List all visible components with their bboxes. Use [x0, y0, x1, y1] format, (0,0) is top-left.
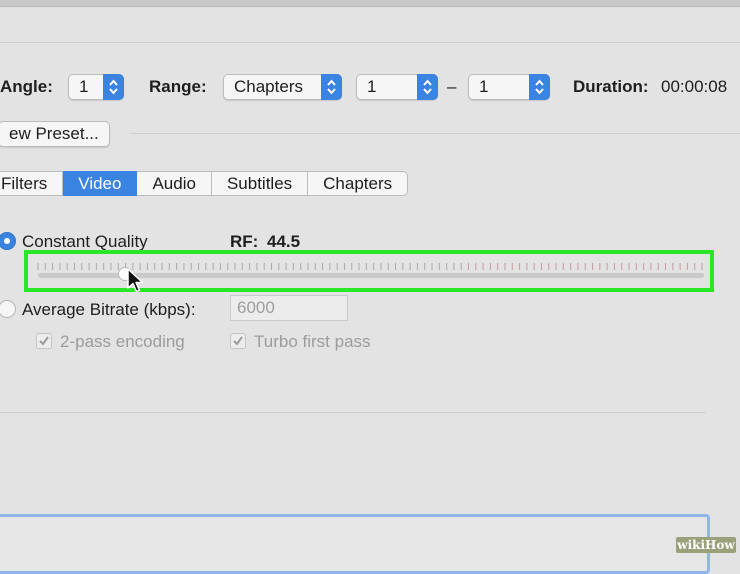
constant-quality-radio[interactable] [0, 232, 16, 250]
average-bitrate-label: Average Bitrate (kbps): [22, 300, 196, 319]
window-top-edge [0, 0, 740, 7]
tab-chapters[interactable]: Chapters [308, 171, 409, 196]
average-bitrate-radio[interactable] [0, 300, 16, 318]
range-type-popup[interactable]: Chapters [223, 74, 342, 100]
checkmark-icon [233, 336, 243, 346]
tab-subtitles[interactable]: Subtitles [211, 171, 309, 196]
angle-popup[interactable]: 1 [68, 74, 124, 100]
settings-tabs: Filters Video Audio Subtitles Chapters [0, 171, 409, 196]
preset-divider [130, 133, 740, 134]
bitrate-input[interactable]: 6000 [230, 295, 348, 321]
up-down-arrows-icon [417, 74, 438, 100]
two-pass-label: 2-pass encoding [60, 332, 185, 351]
range-start-popup[interactable]: 1 [356, 74, 438, 100]
range-type-value: Chapters [234, 77, 303, 96]
turbo-first-pass-label: Turbo first pass [254, 332, 371, 351]
range-separator: – [447, 77, 457, 96]
rf-label: RF: [230, 232, 259, 251]
tab-video[interactable]: Video [63, 171, 138, 196]
tab-filters[interactable]: Filters [0, 171, 64, 196]
mouse-cursor-icon [127, 268, 144, 293]
two-pass-checkbox[interactable] [36, 333, 52, 349]
constant-quality-label: Constant Quality [22, 232, 148, 251]
range-label: Range: [149, 77, 207, 96]
turbo-first-pass-checkbox[interactable] [230, 333, 246, 349]
angle-label: Angle: [0, 77, 53, 96]
rf-value: 44.5 [267, 232, 301, 251]
range-start-value: 1 [367, 77, 377, 96]
duration-label: Duration: [573, 77, 649, 96]
range-end-popup[interactable]: 1 [468, 74, 550, 100]
divider-top [0, 42, 740, 43]
up-down-arrows-icon [103, 74, 124, 100]
up-down-arrows-icon [321, 74, 342, 100]
section-divider [0, 412, 706, 413]
checkmark-icon [39, 336, 49, 346]
range-end-value: 1 [479, 77, 489, 96]
duration-value: 00:00:08 [661, 77, 728, 96]
tab-audio[interactable]: Audio [137, 171, 212, 196]
bottom-panel [0, 514, 710, 574]
angle-value: 1 [79, 77, 89, 96]
new-preset-button[interactable]: ew Preset... [0, 121, 110, 147]
up-down-arrows-icon [529, 74, 550, 100]
watermark: wikiHow [676, 537, 736, 553]
